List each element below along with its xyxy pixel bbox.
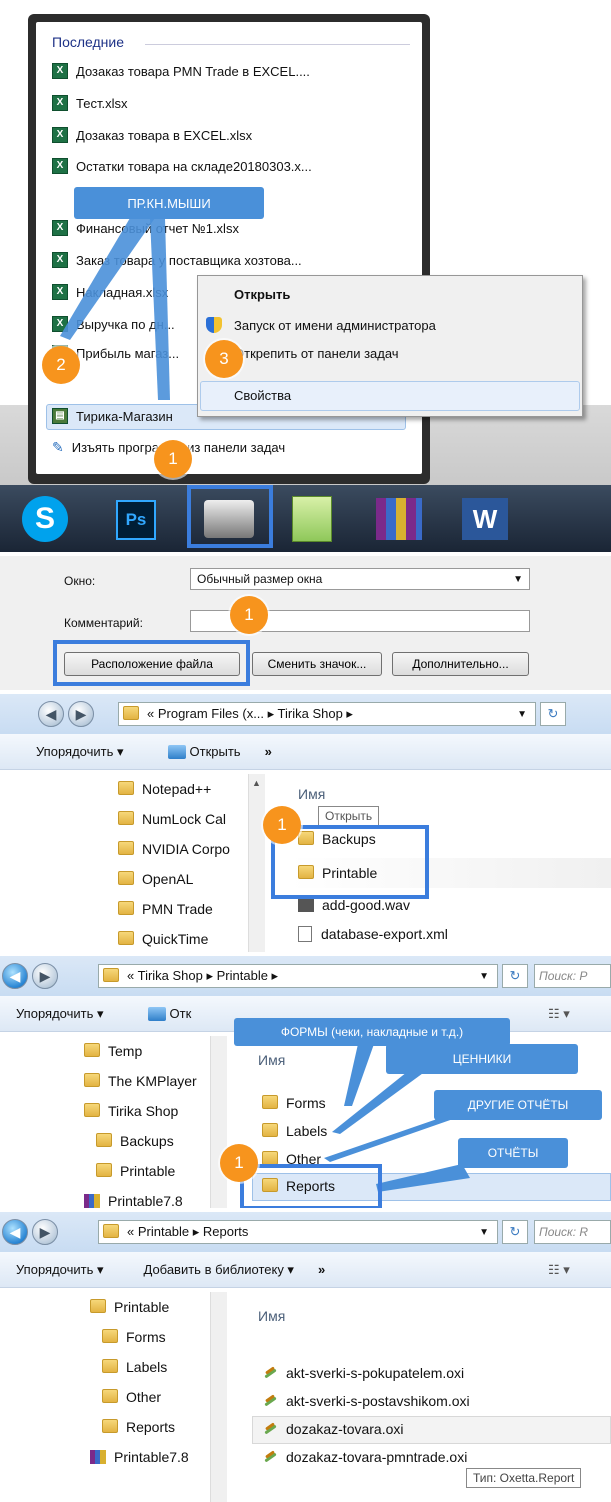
more-button[interactable]: » (318, 1262, 325, 1277)
folder-tree: Notepad++ NumLock Cal NVIDIA Corpo OpenA… (118, 774, 230, 954)
step-badge: 1 (220, 1144, 258, 1182)
folder-icon (90, 1299, 106, 1313)
wav-icon (298, 898, 314, 912)
tree-scrollbar[interactable] (210, 1292, 227, 1502)
tree-item[interactable]: NumLock Cal (118, 804, 230, 834)
change-icon-button[interactable]: Сменить значок... (252, 652, 382, 676)
folder-icon (118, 841, 134, 855)
back-button[interactable]: ◀ (2, 1219, 28, 1245)
callout-lines (60, 218, 170, 400)
organize-button[interactable]: Упорядочить ▾ (36, 744, 124, 760)
folder-icon (118, 871, 134, 885)
tree-item[interactable]: OpenAL (118, 864, 230, 894)
folder-icon (118, 931, 134, 945)
tree-item[interactable]: PMN Trade (118, 894, 230, 924)
tree-scrollbar[interactable] (248, 774, 265, 952)
open-button[interactable]: Открыть (190, 744, 241, 759)
folder-icon (102, 1389, 118, 1403)
step-badge: 1 (230, 596, 268, 634)
tree-item[interactable]: Notepad++ (118, 774, 230, 804)
chevron-down-icon: ▼ (517, 708, 527, 720)
address-bar[interactable]: « Printable ▸ Reports ▼ (98, 1220, 498, 1244)
forward-button[interactable]: ▶ (68, 701, 94, 727)
archive-icon (90, 1450, 106, 1464)
refresh-button[interactable]: ↻ (502, 1220, 528, 1244)
chevron-down-icon: ▼ (513, 573, 523, 585)
folder-icon (102, 1329, 118, 1343)
jumplist-section: Последние X Дозаказ товара PMN Trade в EX… (0, 0, 611, 552)
folder-tree: Printable Forms Labels Other Reports Pri… (90, 1292, 189, 1472)
explorer-tirika-section: ◀ ▶ « Program Files (x... ▸ Tirika Shop … (0, 694, 611, 952)
xml-icon (298, 926, 312, 942)
address-bar[interactable]: « Program Files (x... ▸ Tirika Shop ▸ ▼ (118, 702, 536, 726)
tree-item[interactable]: Labels (90, 1352, 189, 1382)
folder-icon (102, 1359, 118, 1373)
oxi-file-icon (262, 1394, 278, 1408)
step-badge: 3 (205, 340, 243, 378)
oxi-file-icon (262, 1366, 278, 1380)
folder-icon (103, 1224, 119, 1238)
step-badge: 1 (263, 806, 301, 844)
tree-item[interactable]: Printable7.8 (90, 1442, 189, 1472)
oxi-file-icon (262, 1450, 278, 1464)
advanced-button[interactable]: Дополнительно... (392, 652, 529, 676)
back-button[interactable]: ◀ (38, 701, 64, 727)
chevron-down-icon: ▼ (479, 1226, 489, 1238)
folder-icon (123, 706, 139, 720)
toolbar: Упорядочить ▾ Добавить в библиотеку ▾ » … (0, 1252, 611, 1288)
window-size-select[interactable]: Обычный размер окна ▼ (190, 568, 530, 590)
oxi-file-icon (262, 1422, 278, 1436)
file-item[interactable]: dozakaz-tovara-pmntrade.oxi (262, 1449, 467, 1465)
folder-icon (118, 901, 134, 915)
column-name-header[interactable]: Имя (258, 1308, 285, 1324)
explorer-printable-section: ◀ ▶ « Tirika Shop ▸ Printable ▸ ▼ ↻ Поиск… (0, 956, 611, 1210)
folder-icon (118, 781, 134, 795)
tree-item[interactable]: Reports (90, 1412, 189, 1442)
search-input[interactable]: Поиск: R (534, 1220, 611, 1244)
organize-button[interactable]: Упорядочить ▾ (16, 1262, 104, 1278)
tree-item[interactable]: NVIDIA Corpo (118, 834, 230, 864)
comment-label: Комментарий: (64, 616, 143, 630)
view-options-icon[interactable]: ☷ ▾ (548, 1262, 570, 1278)
file-location-highlight (53, 640, 250, 686)
tree-item[interactable]: QuickTime (118, 924, 230, 954)
callout-labels: ЦЕННИКИ (386, 1044, 578, 1074)
scroll-up-icon[interactable]: ▲ (252, 778, 261, 788)
file-item[interactable]: add-good.wav (298, 897, 410, 913)
refresh-button[interactable]: ↻ (540, 702, 566, 726)
file-item[interactable]: akt-sverki-s-pokupatelem.oxi (262, 1365, 464, 1381)
add-to-library-button[interactable]: Добавить в библиотеку ▾ (144, 1262, 294, 1278)
window-label: Окно: (64, 574, 96, 588)
tree-item[interactable]: Printable (90, 1292, 189, 1322)
step-badge: 1 (154, 440, 192, 478)
column-name-header[interactable]: Имя (298, 786, 325, 802)
file-item[interactable]: akt-sverki-s-postavshikom.oxi (262, 1393, 470, 1409)
toolbar: Упорядочить ▾ Открыть » (0, 734, 611, 770)
folder-icon (118, 811, 134, 825)
tree-item[interactable]: Other (90, 1382, 189, 1412)
explorer-reports-section: ◀ ▶ « Printable ▸ Reports ▼ ↻ Поиск: R Уп… (0, 1212, 611, 1502)
folder-icon (102, 1419, 118, 1433)
more-button[interactable]: » (265, 744, 272, 759)
forward-button[interactable]: ▶ (32, 1219, 58, 1245)
callout-forms: ФОРМЫ (чеки, накладные и т.д.) (234, 1018, 510, 1046)
callout-right-click: ПР.КН.МЫШИ (74, 187, 264, 219)
tooltip: Открыть (318, 806, 380, 826)
callout-reports: ОТЧЁТЫ (458, 1138, 568, 1168)
step-badge: 2 (42, 346, 80, 384)
tooltip: Тип: Oxetta.Report (466, 1468, 582, 1488)
reports-highlight (240, 1164, 382, 1210)
tree-item[interactable]: Forms (90, 1322, 189, 1352)
open-icon (167, 744, 186, 759)
properties-section: Окно: Обычный размер окна ▼ Комментарий:… (0, 556, 611, 690)
callout-other: ДРУГИЕ ОТЧЁТЫ (434, 1090, 602, 1120)
file-item[interactable]: database-export.xml (298, 926, 448, 942)
file-item[interactable]: dozakaz-tovara.oxi (262, 1421, 404, 1437)
